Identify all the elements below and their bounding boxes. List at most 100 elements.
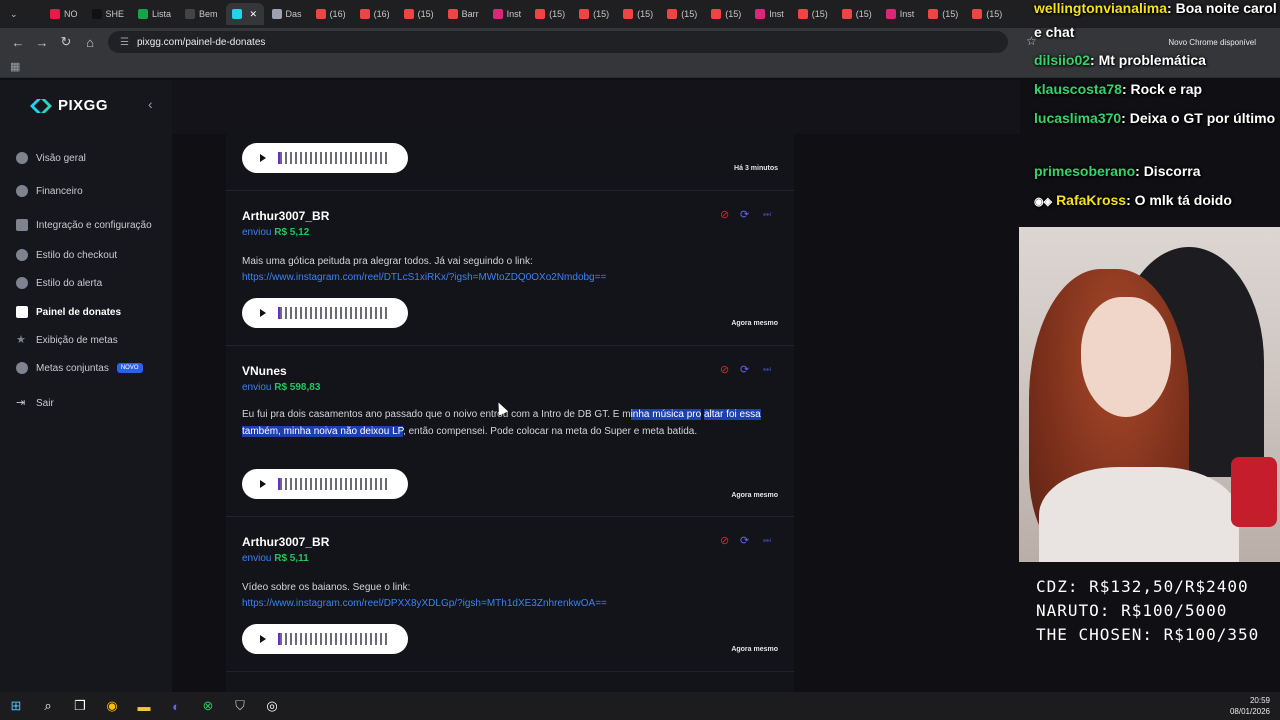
sidebar-item-label: Estilo do checkout [36,249,118,261]
browser-tab[interactable]: (15) [966,3,1008,25]
block-icon[interactable]: ⊘ [720,534,729,547]
chat-text: : Rock e rap [1121,81,1203,97]
wallet-icon [16,185,28,197]
sent-label: enviou [242,227,272,238]
task-view-icon[interactable]: ❐ [64,692,96,720]
browser-tab[interactable]: (15) [792,3,834,25]
replay-icon[interactable]: ⟳ [740,208,749,221]
pixgg-logo[interactable]: PIXGG [30,97,108,114]
search-icon[interactable]: ⌕ [32,692,64,720]
replay-icon[interactable]: ⟳ [740,534,749,547]
system-clock[interactable]: 20:59 08/01/2026 [1230,695,1270,717]
message-text: , então compensei. Pode colocar na meta … [403,426,698,437]
browser-tab[interactable]: (16) [310,3,352,25]
browser-tab[interactable]: (15) [398,3,440,25]
tab-favicon-icon [928,9,939,19]
donation-link[interactable]: https://www.instagram.com/reel/DPXX8yXDL… [242,598,607,609]
replay-icon[interactable]: ⟳ [740,363,749,376]
browser-tab[interactable]: SHE [86,3,131,25]
browser-tab[interactable]: ✕ [225,3,264,25]
browser-tab[interactable]: Das [266,3,308,25]
chat-user: dilsiio02 [1034,52,1091,68]
play-icon[interactable] [260,154,266,162]
back-icon[interactable]: ← [6,30,30,54]
discord-icon[interactable]: ◐ [160,692,192,720]
audio-player[interactable] [242,469,408,499]
browser-tab[interactable]: (15) [836,3,878,25]
sidebar-item-estilo-alerta[interactable]: Estilo do alerta [16,277,102,289]
sidebar-item-exibicao-metas[interactable]: ★ Exibição de metas [16,334,118,346]
waveform[interactable] [278,307,388,319]
browser-tab[interactable]: Lista [132,3,177,25]
top-bar [172,80,1020,134]
tab-favicon-icon [579,9,590,19]
browser-tab[interactable]: (15) [617,3,659,25]
home-icon[interactable]: ⌂ [78,30,102,54]
audio-player[interactable] [242,298,408,328]
play-icon[interactable] [260,309,266,317]
chat-text: : Discorra [1135,163,1201,179]
chat-message: lucaslima370: Deixa o GT por último [1034,106,1280,130]
skip-icon[interactable]: ⏭ [763,209,771,220]
close-tab-icon[interactable]: ✕ [250,9,258,20]
waveform[interactable] [278,633,388,645]
tab-favicon-icon [841,9,852,19]
browser-tab[interactable]: (15) [661,3,703,25]
waveform[interactable] [278,478,388,490]
forward-icon[interactable]: → [30,30,54,54]
sidebar-item-visao-geral[interactable]: Visão geral [16,152,86,164]
sidebar-item-metas-conjuntas[interactable]: Metas conjuntas NOVO [16,362,143,374]
address-bar[interactable]: ☰ pixgg.com/painel-de-donates [108,31,1008,53]
donation-message: Mais uma gótica peituda pra alegrar todo… [242,256,533,267]
audio-player[interactable] [242,624,408,654]
browser-tab[interactable]: Bem [179,3,224,25]
play-icon[interactable] [260,480,266,488]
collapse-sidebar-icon[interactable]: ‹ [148,96,153,112]
sidebar-item-integracao[interactable]: Integração e configuração [16,219,152,231]
sidebar-item-estilo-checkout[interactable]: Estilo do checkout [16,249,117,261]
apps-grid-icon[interactable]: ▦ [10,60,20,73]
audio-player[interactable] [242,143,408,173]
tab-label: (15) [593,9,610,19]
skip-icon[interactable]: ⏭ [763,364,771,375]
tab-favicon-icon [885,9,896,19]
browser-tab[interactable]: NO [44,3,84,25]
tab-label: (15) [942,9,959,19]
tab-label: (16) [373,9,390,19]
browser-tab[interactable]: (16) [354,3,396,25]
sidebar-item-label: Painel de donates [36,306,122,318]
sidebar-item-financeiro[interactable]: Financeiro [16,185,83,197]
sidebar-item-sair[interactable]: ⇥ Sair [16,397,54,409]
reload-icon[interactable]: ↻ [54,30,78,54]
obs-icon[interactable]: ◎ [256,692,288,720]
chart-icon [16,306,28,318]
browser-tab[interactable]: Barr [442,3,485,25]
browser-tab[interactable]: Inst [487,3,528,25]
skip-icon[interactable]: ⏭ [763,535,771,546]
donor-name: Arthur3007_BR [242,209,330,223]
block-icon[interactable]: ⊘ [720,208,729,221]
browser-tab[interactable]: (15) [705,3,747,25]
block-icon[interactable]: ⊘ [720,363,729,376]
file-explorer-icon[interactable]: ▬ [128,692,160,720]
shield-icon[interactable]: ⛉ [224,692,256,720]
waveform[interactable] [278,152,388,164]
tab-label: (15) [549,9,566,19]
browser-tab[interactable]: (15) [529,3,571,25]
site-info-icon[interactable]: ☰ [120,37,129,48]
browser-tab[interactable]: (15) [922,3,964,25]
donation-amount-line: enviou R$ 5,12 [242,227,309,238]
tab-list-button[interactable]: ⌄ [4,3,42,25]
star-icon: ★ [16,334,26,346]
tab-label: Das [285,9,302,19]
windows-start-icon[interactable]: ⊞ [0,692,32,720]
xbox-icon[interactable]: ⊗ [192,692,224,720]
play-icon[interactable] [260,635,266,643]
sidebar-item-painel-donates[interactable]: Painel de donates [16,306,121,318]
chrome-icon[interactable]: ◉ [96,692,128,720]
browser-tab[interactable]: Inst [749,3,790,25]
tab-label: Inst [899,9,915,19]
browser-tab[interactable]: Inst [880,3,921,25]
browser-tab[interactable]: (15) [573,3,615,25]
donation-link[interactable]: https://www.instagram.com/reel/DTLcS1xiR… [242,272,606,283]
